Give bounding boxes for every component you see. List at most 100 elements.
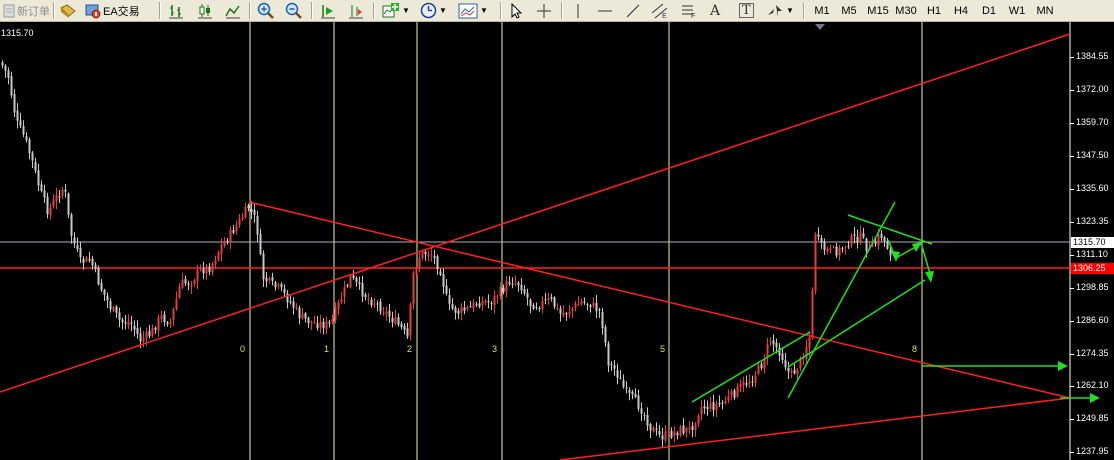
candle-body bbox=[400, 323, 403, 328]
candle-body bbox=[145, 331, 148, 338]
candles-button[interactable] bbox=[197, 2, 213, 19]
candle-body bbox=[556, 307, 559, 309]
candle-body bbox=[733, 390, 736, 398]
candle-body bbox=[499, 287, 502, 297]
timeframe-m30-button[interactable]: M30 bbox=[894, 2, 918, 19]
candle-body bbox=[430, 254, 433, 256]
timeframe-d1-button[interactable]: D1 bbox=[977, 2, 1001, 19]
candle-body bbox=[490, 302, 493, 304]
cursor-button[interactable] bbox=[509, 2, 523, 19]
fib-zone-label: 5 bbox=[660, 344, 666, 354]
line-chart-button[interactable] bbox=[225, 2, 241, 19]
candle-body bbox=[181, 279, 184, 288]
folder-button[interactable] bbox=[59, 2, 77, 19]
candle-body bbox=[169, 321, 172, 324]
indicators-button[interactable]: ▼ bbox=[382, 2, 410, 19]
timeframe-h1-button[interactable]: H1 bbox=[922, 2, 946, 19]
candle-body bbox=[739, 383, 742, 388]
timeframe-h4-button[interactable]: H4 bbox=[949, 2, 973, 19]
horizontal-line-button[interactable] bbox=[597, 2, 613, 19]
candle-body bbox=[424, 251, 427, 255]
candle-body bbox=[217, 252, 220, 260]
candle-body bbox=[352, 275, 355, 279]
new-order-button[interactable]: 新订单 bbox=[2, 2, 50, 19]
trendline-button[interactable] bbox=[625, 2, 641, 19]
green-arrow-head bbox=[1058, 361, 1068, 371]
text-label-button[interactable]: T bbox=[739, 2, 754, 19]
candle-body bbox=[679, 426, 682, 436]
timeframe-m15-button[interactable]: M15 bbox=[866, 2, 890, 19]
candle-body bbox=[220, 244, 223, 254]
periods-button[interactable]: ▼ bbox=[420, 2, 447, 19]
candle-body bbox=[706, 406, 709, 410]
top-price-label: 1315.70 bbox=[1, 28, 34, 38]
candle-body bbox=[784, 360, 787, 368]
candle-body bbox=[466, 307, 469, 310]
chart-shift-marker-icon bbox=[815, 24, 825, 30]
chart-shift-icon bbox=[349, 4, 363, 18]
candle-body bbox=[883, 237, 886, 242]
price-chart[interactable]: 1315.70 1384.55 1372.00 1359.70 1347.50 1335… bbox=[0, 22, 1114, 460]
candle-body bbox=[451, 303, 454, 309]
timeframe-w1-button[interactable]: W1 bbox=[1005, 2, 1029, 19]
candle-body bbox=[292, 301, 295, 308]
candle-body bbox=[94, 264, 97, 270]
candle-body bbox=[166, 322, 169, 325]
candle-body bbox=[238, 218, 241, 226]
candle-body bbox=[187, 283, 190, 285]
price-axis-tick bbox=[1070, 354, 1074, 355]
chart-toolbar: 新订单 EA交易 ▼ ▼ ▼ E F A T ▼ M1 M5 M15 M30 H… bbox=[0, 0, 1114, 22]
candle-body bbox=[661, 435, 664, 440]
candle-body bbox=[385, 311, 388, 315]
candle-body bbox=[415, 268, 418, 275]
zoom-out-button[interactable] bbox=[285, 2, 303, 19]
timeframe-mn-button[interactable]: MN bbox=[1033, 2, 1057, 19]
candle-body bbox=[139, 333, 142, 342]
zoom-in-button[interactable] bbox=[257, 2, 275, 19]
bar-chart-icon bbox=[169, 4, 183, 18]
equidistant-channel-icon: E bbox=[651, 3, 668, 19]
candle-body bbox=[436, 256, 439, 270]
candle-body bbox=[700, 407, 703, 415]
candle-body bbox=[70, 214, 73, 236]
chart-shift-button[interactable] bbox=[348, 2, 364, 19]
candle-body bbox=[670, 430, 673, 438]
candle-body bbox=[568, 312, 571, 315]
vertical-line-button[interactable] bbox=[573, 2, 583, 19]
arrows-button[interactable]: ▼ bbox=[766, 2, 794, 19]
candle-body bbox=[664, 431, 667, 441]
autoscroll-button[interactable] bbox=[320, 2, 336, 19]
chart-canvas bbox=[0, 22, 1100, 460]
indicators-dropdown-icon: ▼ bbox=[402, 6, 410, 15]
equidistant-channel-button[interactable]: E bbox=[651, 2, 669, 19]
autoscroll-icon bbox=[321, 4, 335, 18]
candle-body bbox=[595, 302, 598, 312]
candle-body bbox=[208, 266, 211, 272]
candle-body bbox=[328, 321, 331, 324]
candle-body bbox=[253, 209, 256, 215]
price-axis-label: 1237.95 bbox=[1076, 446, 1109, 456]
candle-body bbox=[247, 205, 250, 209]
candle-body bbox=[376, 303, 379, 305]
candle-body bbox=[298, 307, 301, 319]
candle-body bbox=[850, 235, 853, 246]
templates-button[interactable]: ▼ bbox=[458, 2, 488, 19]
candle-body bbox=[637, 395, 640, 409]
candle-body bbox=[763, 358, 766, 369]
timeframe-m5-button[interactable]: M5 bbox=[837, 2, 861, 19]
candle-body bbox=[142, 338, 145, 342]
candle-body bbox=[409, 304, 412, 336]
timeframe-m1-button[interactable]: M1 bbox=[810, 2, 834, 19]
candle-body bbox=[877, 234, 880, 246]
candle-body bbox=[790, 371, 793, 373]
price-axis-label: 1384.55 bbox=[1076, 51, 1109, 61]
crosshair-button[interactable] bbox=[536, 2, 552, 19]
ea-trading-button[interactable]: EA交易 bbox=[84, 2, 140, 19]
candle-body bbox=[724, 401, 727, 404]
text-tool-button[interactable]: A bbox=[710, 2, 720, 19]
candle-body bbox=[88, 258, 91, 261]
candle-body bbox=[76, 244, 79, 250]
bar-chart-button[interactable] bbox=[168, 2, 184, 19]
fibonacci-button[interactable]: F bbox=[680, 2, 698, 19]
candle-body bbox=[691, 426, 694, 431]
